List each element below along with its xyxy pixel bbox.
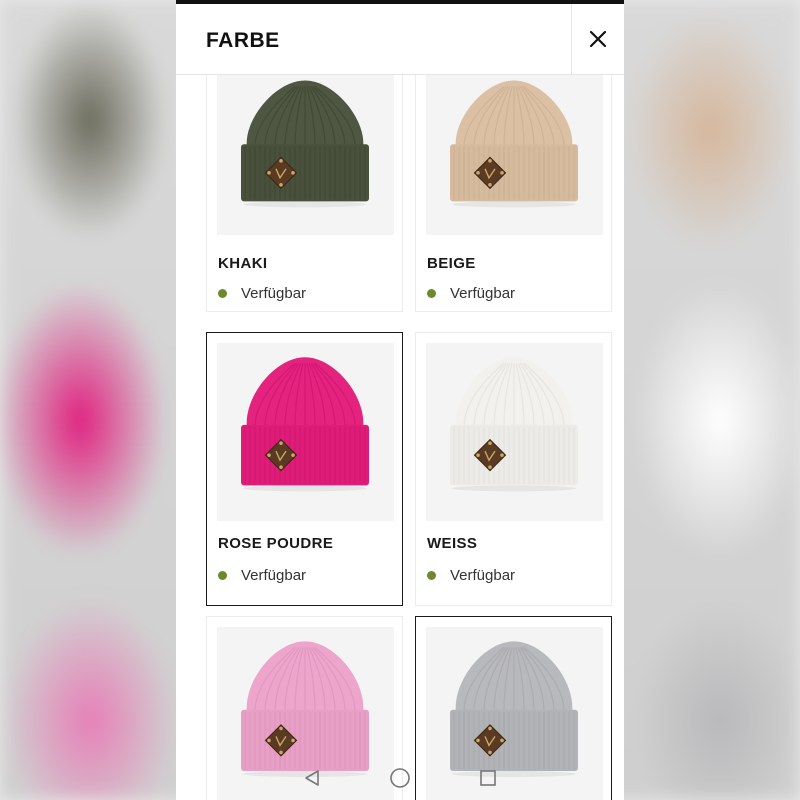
color-name: KHAKI [218,255,268,272]
home-circle-icon [390,768,410,788]
close-icon [589,30,607,48]
beanie-image [241,80,369,208]
back-button[interactable] [300,766,324,790]
beanie-shape [241,357,369,492]
close-button[interactable] [571,4,624,74]
beanie-shape [241,80,369,208]
color-option-beige[interactable]: BEIGE Verfügbar [415,66,612,312]
availability: Verfügbar [218,567,306,584]
availability-dot [218,571,227,580]
recent-apps-button[interactable] [476,766,500,790]
color-name: WEISS [427,535,478,552]
beanie-image [450,357,578,492]
product-image [217,67,394,235]
color-option-rose-poudre[interactable]: ROSE POUDRE Verfügbar [206,332,403,606]
beanie-shape [450,357,578,492]
availability-label: Verfügbar [450,567,516,584]
availability-label: Verfügbar [450,285,516,302]
sheet-header: FARBE [176,4,624,75]
beanie-shape [450,80,578,208]
product-image [426,67,603,235]
page-title: FARBE [206,29,280,52]
beanie-image [450,80,578,208]
color-option-weiss[interactable]: WEISS Verfügbar [415,332,612,606]
availability: Verfügbar [427,285,515,302]
availability-dot [427,289,436,298]
home-button[interactable] [388,766,412,790]
color-option-khaki[interactable]: KHAKI Verfügbar [206,66,403,312]
recent-square-icon [480,770,496,786]
color-grid: KHAKI Verfügbar BEIGE Verfügbar ROSE POU… [176,66,624,800]
product-image [426,343,603,521]
color-picker-sheet: FARBE KHAKI Verfügbar BEIGE Verfügbar RO… [176,0,624,800]
availability-dot [427,571,436,580]
availability-label: Verfügbar [241,285,307,302]
product-image [217,343,394,521]
back-triangle-icon [305,770,319,786]
availability-dot [218,289,227,298]
system-nav-bar [176,756,624,800]
beanie-image [241,357,369,492]
color-name: ROSE POUDRE [218,535,334,552]
availability: Verfügbar [218,285,306,302]
availability: Verfügbar [427,567,515,584]
availability-label: Verfügbar [241,567,307,584]
color-name: BEIGE [427,255,476,272]
